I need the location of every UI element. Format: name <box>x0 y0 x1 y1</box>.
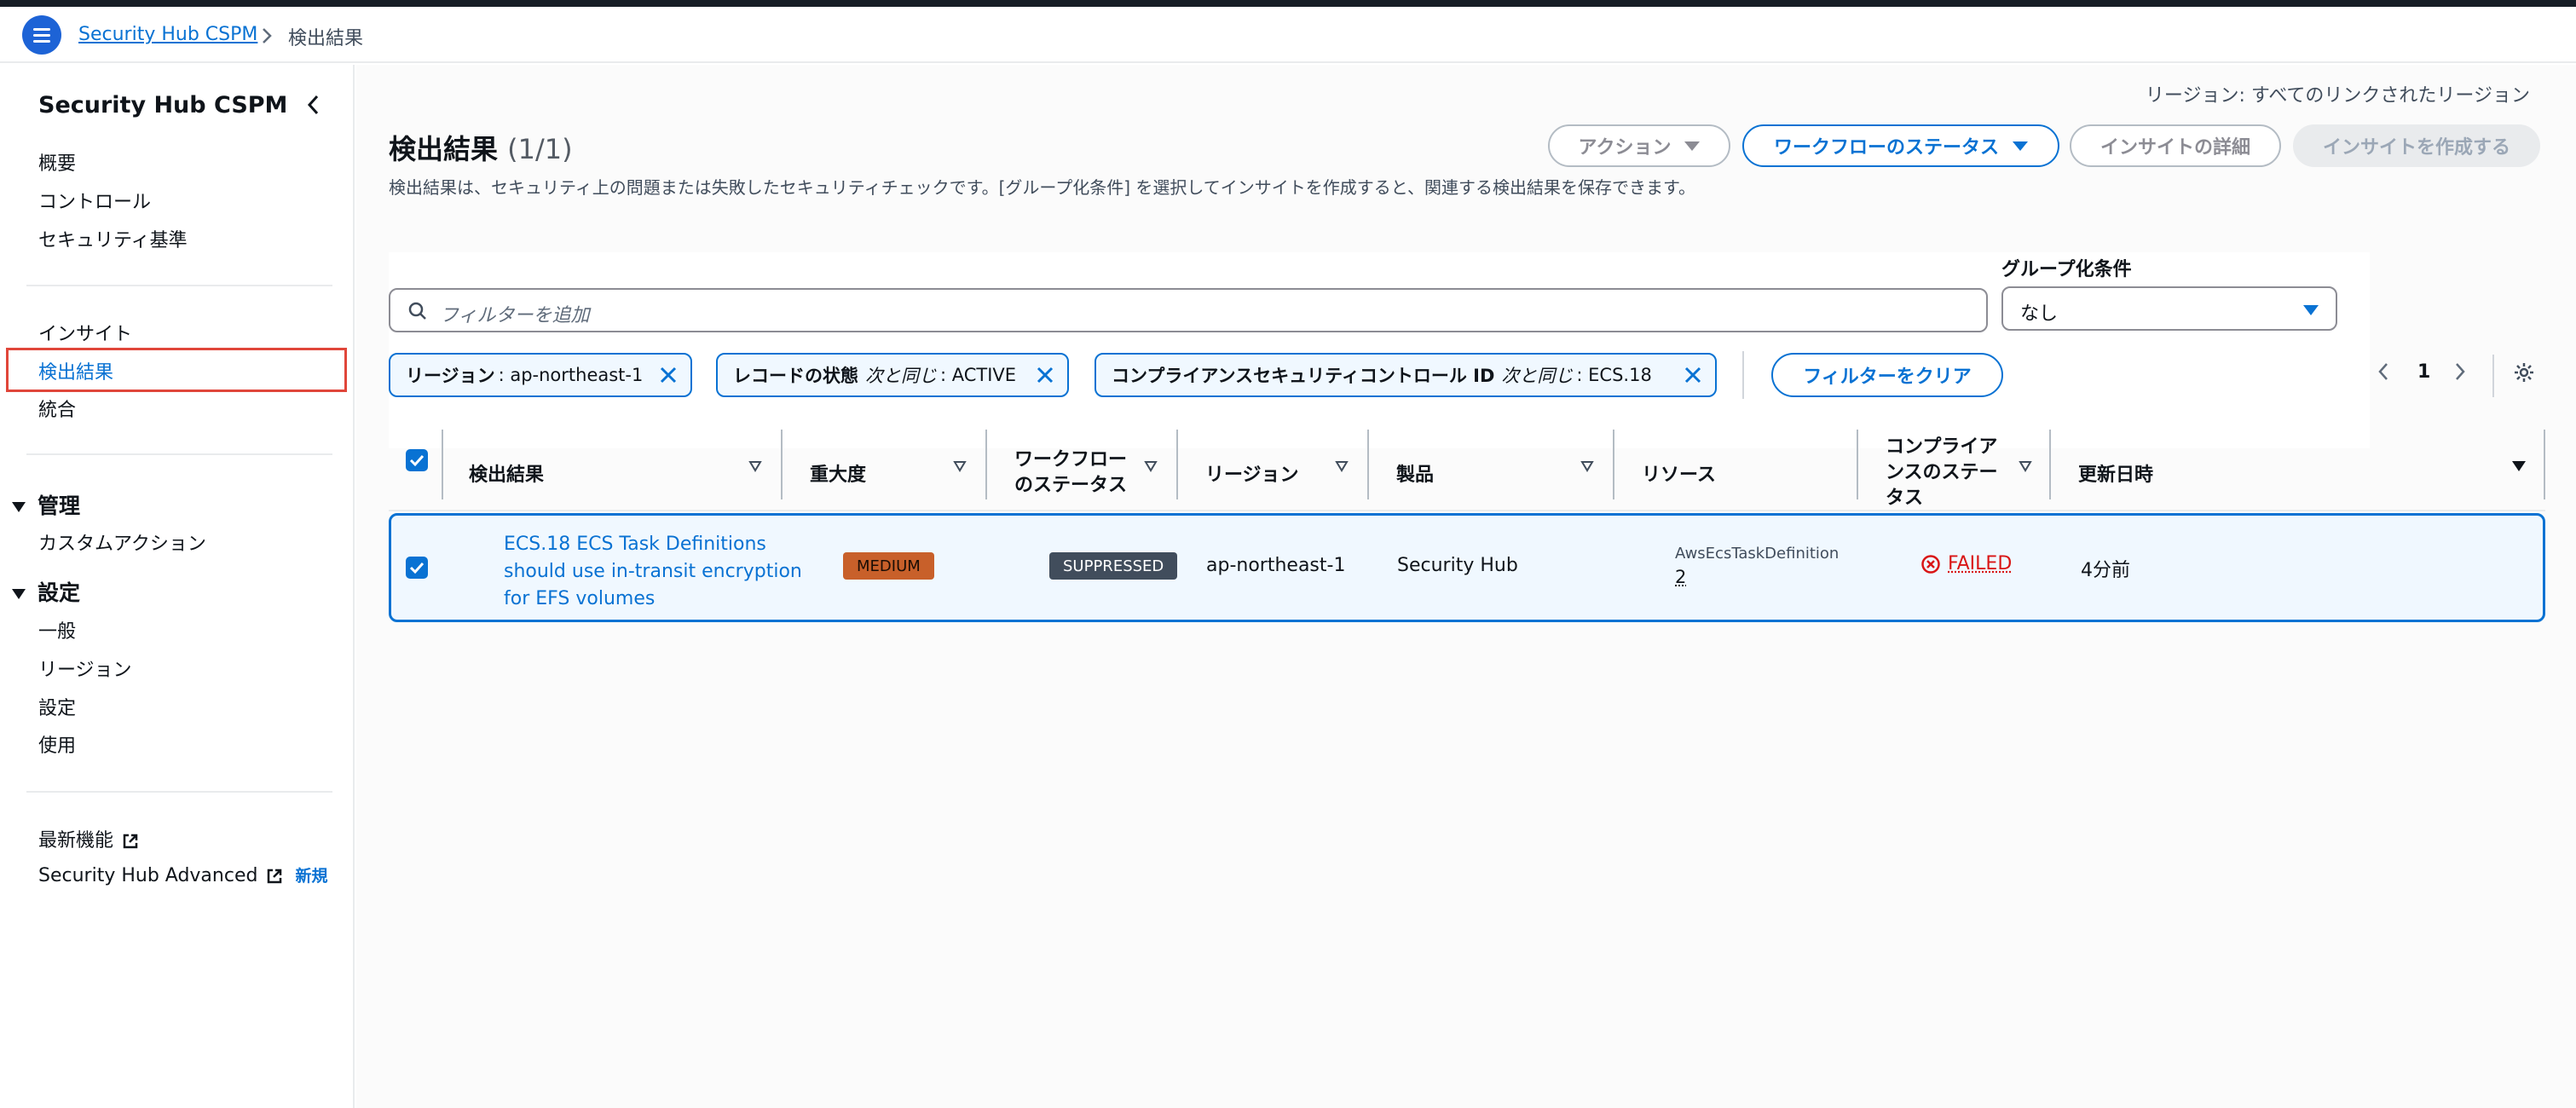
sidebar-link-advanced[interactable]: Security Hub Advanced 新規 <box>38 863 327 886</box>
page-title: 検出結果 (1/1) <box>389 133 573 165</box>
group-by-label: グループ化条件 <box>2001 259 2132 280</box>
updated-cell: 4分前 <box>2081 560 2130 581</box>
filter-token-control-id[interactable]: コンプライアンスセキュリティコントロール ID 次と同じ: ECS.18 <box>1095 353 1717 397</box>
main-content: リージョン: すべてのリンクされたリージョン 検出結果 (1/1) アクション … <box>356 65 2576 1108</box>
checkmark-icon <box>409 454 425 467</box>
insight-details-button[interactable]: インサイトの詳細 <box>2070 124 2281 167</box>
chevron-right-icon <box>263 28 272 43</box>
caret-down-icon <box>12 589 26 599</box>
table-header-divider <box>389 510 2545 511</box>
sidebar-divider <box>26 285 332 286</box>
sidebar-divider <box>26 453 332 455</box>
chevron-right-icon[interactable] <box>2453 361 2467 382</box>
sidebar-divider <box>26 791 332 793</box>
section-settings[interactable]: 設定 <box>12 576 80 607</box>
breadcrumb-current: 検出結果 <box>288 28 364 49</box>
menu-button[interactable] <box>22 15 61 55</box>
sort-descending-icon[interactable] <box>2511 460 2527 472</box>
sidebar-link-whats-new[interactable]: 最新機能 <box>38 825 139 852</box>
top-bar <box>0 0 2576 7</box>
sidebar-title: Security Hub CSPM <box>38 92 288 118</box>
search-icon <box>408 302 426 320</box>
sidebar-item-insights[interactable]: インサイト <box>38 319 132 346</box>
sidebar-item-findings[interactable]: 検出結果 <box>38 357 113 384</box>
sort-icon[interactable] <box>1144 460 1158 472</box>
severity-badge: MEDIUM <box>843 552 934 580</box>
sort-icon[interactable] <box>953 460 967 472</box>
sort-icon[interactable] <box>1335 460 1349 472</box>
external-link-icon <box>123 834 138 849</box>
findings-count: (1/1) <box>507 133 573 165</box>
clear-filters-button[interactable]: フィルターをクリア <box>1771 353 2003 397</box>
sidebar-item-controls[interactable]: コントロール <box>38 187 151 214</box>
region-cell: ap-northeast-1 <box>1206 555 1346 576</box>
page-number[interactable]: 1 <box>2417 361 2430 383</box>
breadcrumb: Security Hub CSPM 検出結果 <box>0 7 2576 63</box>
sidebar-item-regions[interactable]: リージョン <box>38 655 132 682</box>
create-insight-button[interactable]: インサイトを作成する <box>2293 124 2540 167</box>
remove-filter-icon[interactable] <box>658 365 679 385</box>
column-header-workflow[interactable]: ワークフローのステータス <box>1014 433 1134 513</box>
sidebar-item-usage[interactable]: 使用 <box>38 730 76 758</box>
chevron-left-icon[interactable] <box>2377 361 2390 382</box>
select-all-checkbox[interactable] <box>406 449 428 471</box>
workflow-status-badge: SUPPRESSED <box>1049 552 1178 580</box>
breadcrumb-root-link[interactable]: Security Hub CSPM <box>78 24 257 45</box>
row-checkbox[interactable] <box>406 557 428 579</box>
external-link-icon <box>268 869 282 884</box>
token-separator <box>1742 351 1744 399</box>
collapse-sidebar-icon[interactable] <box>305 94 322 116</box>
error-circle-icon <box>1921 554 1940 574</box>
column-header-compliance[interactable]: コンプライアンスのステータス <box>1886 433 2013 513</box>
remove-filter-icon[interactable] <box>1683 365 1703 385</box>
caret-down-icon <box>1684 141 1701 151</box>
pagination-separator <box>2492 355 2494 397</box>
resource-count-link[interactable]: 2 <box>1675 567 1686 587</box>
sidebar-item-custom-actions[interactable]: カスタムアクション <box>38 528 206 556</box>
group-by-select[interactable]: なし <box>2001 286 2337 331</box>
sort-icon[interactable] <box>1580 460 1594 472</box>
resource-type: AwsEcsTaskDefinition <box>1675 545 1840 563</box>
region-indicator: リージョン: すべてのリンクされたリージョン <box>2145 85 2530 107</box>
search-placeholder: フィルターを追加 <box>440 305 590 326</box>
sort-icon[interactable] <box>2019 460 2032 472</box>
column-header-updated[interactable]: 更新日時 <box>2078 433 2153 513</box>
filter-panel <box>389 252 2370 448</box>
filter-token-region[interactable]: リージョン: ap-northeast-1 <box>389 353 692 397</box>
sidebar: Security Hub CSPM 概要 コントロール セキュリティ基準 インサ… <box>0 65 355 1108</box>
column-header-finding[interactable]: 検出結果 <box>469 433 544 513</box>
menu-icon <box>33 28 50 31</box>
sidebar-item-configuration[interactable]: 設定 <box>38 693 76 720</box>
column-header-region[interactable]: リージョン <box>1205 433 1299 513</box>
caret-down-icon <box>12 502 26 512</box>
column-header-product[interactable]: 製品 <box>1396 433 1434 513</box>
column-header-resource[interactable]: リソース <box>1642 433 1716 513</box>
sort-icon[interactable] <box>748 460 762 472</box>
column-header-severity[interactable]: 重大度 <box>810 433 866 513</box>
page-description: 検出結果は、セキュリティ上の問題または失敗したセキュリティチェックです。[グルー… <box>389 177 1695 198</box>
checkmark-icon <box>409 562 425 574</box>
sidebar-item-standards[interactable]: セキュリティ基準 <box>38 225 188 252</box>
group-by-value: なし <box>2020 303 2059 325</box>
remove-filter-icon[interactable] <box>1035 365 1055 385</box>
filter-token-record-state[interactable]: レコードの状態 次と同じ: ACTIVE <box>716 353 1069 397</box>
actions-button[interactable]: アクション <box>1548 124 1730 167</box>
compliance-status[interactable]: FAILED <box>1920 553 2012 574</box>
gear-icon[interactable] <box>2513 361 2535 384</box>
filter-search-input[interactable]: フィルターを追加 <box>389 288 1988 332</box>
caret-down-icon <box>2013 141 2028 151</box>
sidebar-item-general[interactable]: 一般 <box>38 616 76 643</box>
sidebar-item-integrations[interactable]: 統合 <box>38 395 76 422</box>
workflow-status-button[interactable]: ワークフローのステータス <box>1742 124 2059 167</box>
section-manage[interactable]: 管理 <box>12 489 80 520</box>
caret-down-icon <box>2303 305 2319 315</box>
table-row[interactable]: ECS.18 ECS Task Definitions should use i… <box>389 513 2545 622</box>
new-badge: 新規 <box>295 867 328 886</box>
product-cell: Security Hub <box>1397 555 1518 576</box>
finding-title-link[interactable]: ECS.18 ECS Task Definitions should use i… <box>504 531 811 613</box>
sidebar-item-overview[interactable]: 概要 <box>38 148 76 176</box>
